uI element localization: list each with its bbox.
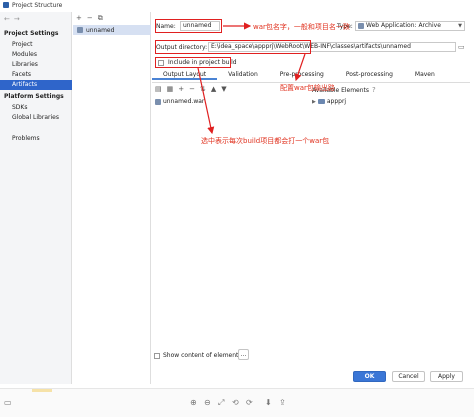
add-artifact-icon[interactable]: + — [76, 14, 82, 23]
web-app-icon — [358, 23, 364, 29]
download-icon[interactable]: ⬇ — [265, 398, 272, 407]
sort-icon[interactable]: ⇅ — [200, 85, 206, 93]
chevron-down-icon: ▼ — [458, 23, 462, 29]
type-select[interactable]: Web Application: Archive ▼ — [355, 21, 465, 31]
name-annotation: war包名字，一般和项目名一致 — [253, 23, 350, 31]
window-title: Project Structure — [12, 1, 63, 9]
cancel-button[interactable]: Cancel — [392, 371, 425, 382]
output-layout-toolbar: ▤ ▦ + − ⇅ ▲ ▼ — [155, 85, 227, 93]
show-content-checkbox[interactable] — [154, 353, 160, 359]
tab-output-layout[interactable]: Output Layout — [152, 70, 218, 80]
move-down-icon[interactable]: ▼ — [221, 85, 226, 93]
available-item-appprj[interactable]: ▶ appprj — [312, 98, 346, 105]
sidebar-item-sdks[interactable]: SDKs — [0, 103, 72, 113]
platform-settings-header: Platform Settings — [4, 93, 64, 100]
artifact-tabs: Output Layout Validation Pre-processing … — [152, 70, 470, 80]
war-file-icon — [155, 98, 161, 105]
settings-sidebar: ← → Project Settings Project Modules Lib… — [0, 12, 72, 384]
tab-pre-processing[interactable]: Pre-processing — [269, 70, 335, 80]
progress-strip — [32, 389, 52, 392]
move-up-icon[interactable]: ▲ — [211, 85, 216, 93]
war-artifact-icon — [77, 27, 83, 33]
tab-maven[interactable]: Maven — [404, 70, 446, 80]
archive-icon[interactable]: ▦ — [167, 85, 174, 93]
sidebar-item-global-libraries[interactable]: Global Libraries — [0, 113, 72, 123]
sidebar-item-modules[interactable]: Modules — [0, 50, 72, 60]
expand-arrow-icon[interactable]: ▶ — [312, 99, 316, 105]
tab-validation[interactable]: Validation — [217, 70, 269, 80]
sidebar-item-artifacts[interactable]: Artifacts — [0, 80, 72, 90]
remove-artifact-icon[interactable]: − — [87, 14, 93, 23]
folder-icon[interactable]: ▤ — [155, 85, 162, 93]
rotate-icon[interactable]: ⟳ — [246, 398, 253, 407]
sidebar-item-project[interactable]: Project — [0, 40, 72, 50]
bottom-bar: ▭ ⊕ ⊖ ⤢ ⟲ ⟳ ⬇ ⇪ — [0, 388, 474, 417]
project-settings-header: Project Settings — [4, 30, 59, 37]
artifact-list-toolbar: + − ⧉ — [76, 14, 103, 23]
fit-icon[interactable]: ⤢ — [218, 398, 224, 408]
module-folder-icon — [317, 99, 325, 104]
add-icon[interactable]: + — [178, 85, 184, 93]
show-content-options-button[interactable]: ... — [238, 349, 249, 360]
help-icon[interactable]: ? — [372, 86, 376, 94]
tab-post-processing[interactable]: Post-processing — [335, 70, 404, 80]
browse-folder-icon[interactable]: ▭ — [458, 43, 465, 51]
copy-artifact-icon[interactable]: ⧉ — [98, 14, 103, 23]
include-annotation: 选中表示每次build项目都会打一个war包 — [201, 137, 330, 145]
output-dir-annotation: 配置war包输出路 — [280, 84, 335, 92]
artifact-list-item[interactable]: unnamed — [73, 25, 151, 35]
ok-button[interactable]: OK — [353, 371, 386, 382]
zoom-out-icon[interactable]: ⊖ — [204, 398, 211, 407]
output-dir-highlight-box — [155, 40, 311, 54]
back-arrow-icon[interactable]: ← — [4, 15, 10, 23]
forward-arrow-icon[interactable]: → — [14, 15, 20, 23]
sidebar-item-facets[interactable]: Facets — [0, 70, 72, 80]
app-icon — [3, 2, 9, 8]
remove-icon[interactable]: − — [189, 85, 195, 93]
nav-toolbar: ← → — [4, 15, 20, 23]
terminal-icon[interactable]: ▭ — [4, 398, 12, 407]
artifact-list-pane: + − ⧉ unnamed — [73, 12, 151, 384]
sidebar-item-problems[interactable]: Problems — [0, 134, 72, 144]
apply-button[interactable]: Apply — [430, 371, 463, 382]
show-content-label: Show content of elements — [163, 352, 242, 359]
available-item-label: appprj — [326, 98, 347, 105]
include-highlight-box — [155, 57, 231, 68]
zoom-in-icon[interactable]: ⊕ — [190, 398, 197, 407]
share-icon[interactable]: ⇪ — [279, 398, 286, 407]
sidebar-item-libraries[interactable]: Libraries — [0, 60, 72, 70]
output-tree-root[interactable]: unnamed.war — [155, 98, 204, 105]
reset-icon[interactable]: ⟲ — [232, 398, 239, 407]
artifact-name: unnamed — [86, 26, 115, 34]
name-highlight-box — [155, 19, 222, 33]
output-tree-root-label: unnamed.war — [163, 98, 205, 105]
type-select-value: Web Application: Archive — [366, 22, 441, 29]
title-bar: Project Structure — [0, 0, 474, 10]
